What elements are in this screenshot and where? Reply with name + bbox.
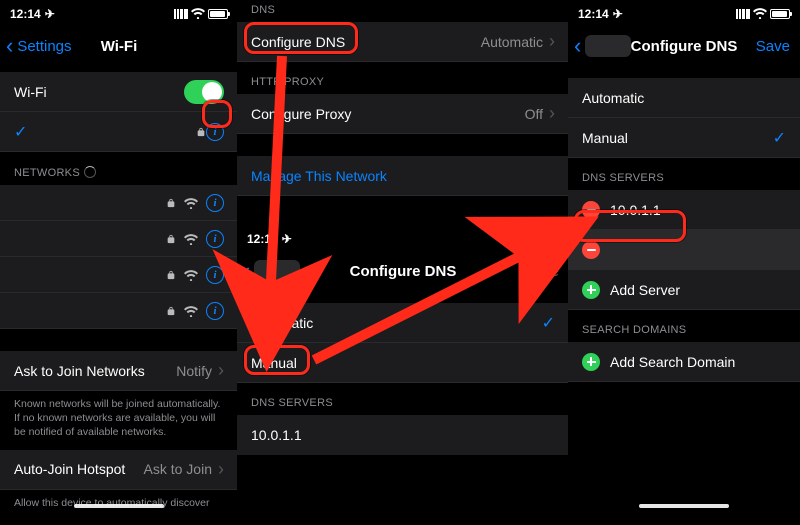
location-icon: ✈︎	[45, 7, 55, 21]
lock-icon	[166, 234, 176, 244]
servers-header: DNS SERVERS	[237, 383, 569, 415]
screen-configure-dns-manual: 12:14 ✈︎ Configure DNS Save Automatic Man…	[568, 0, 800, 512]
battery-icon	[770, 9, 790, 19]
home-indicator	[74, 504, 164, 508]
chevron-right-icon: ›	[218, 459, 224, 480]
add-domain-row[interactable]: Add Search Domain	[568, 342, 800, 382]
add-icon	[582, 281, 600, 299]
home-indicator	[639, 504, 729, 508]
wifi-icon	[184, 233, 198, 245]
server-row[interactable]: 10.0.1.1	[568, 190, 800, 230]
configure-dns-row[interactable]: Configure DNS Automatic ›	[237, 22, 569, 62]
manage-network-link[interactable]: Manage This Network	[237, 156, 569, 196]
nav-bar: Configure DNS Save	[568, 28, 800, 64]
nav-bar: Settings Wi-Fi	[0, 28, 238, 64]
connected-network-row[interactable]: ✓ i	[0, 112, 238, 152]
chevron-right-icon: ›	[549, 103, 555, 124]
status-bar: 12:14 ✈︎	[0, 0, 238, 28]
info-icon[interactable]: i	[206, 194, 224, 212]
lock-icon	[166, 198, 176, 208]
page-title: Configure DNS	[631, 38, 738, 55]
info-icon[interactable]: i	[206, 266, 224, 284]
clock: 12:14	[578, 7, 609, 21]
back-button[interactable]	[574, 35, 631, 57]
ask-footer: Known networks will be joined automatica…	[0, 391, 238, 450]
networks-header: NETWORKS	[0, 152, 238, 185]
battery-icon	[539, 234, 559, 244]
clock: 12:14	[247, 232, 278, 246]
battery-icon	[208, 9, 228, 19]
network-row[interactable]: i	[0, 257, 238, 293]
wifi-icon	[184, 269, 198, 281]
check-icon: ✓	[773, 128, 786, 148]
manual-row[interactable]: Manual ✓	[568, 118, 800, 158]
lock-icon	[196, 127, 206, 137]
remove-icon[interactable]	[582, 201, 600, 219]
proxy-header: HTTP PROXY	[237, 62, 569, 94]
page-title: Wi-Fi	[101, 38, 138, 55]
domains-header: SEARCH DOMAINS	[568, 310, 800, 342]
auto-footer: Allow this device to automatically disco…	[0, 490, 238, 512]
status-bar: 12:14 ✈︎	[568, 0, 800, 28]
check-icon: ✓	[542, 313, 555, 333]
server-row-empty[interactable]	[568, 230, 800, 270]
dns-header: DNS	[237, 0, 569, 22]
ask-to-join-row[interactable]: Ask to Join Networks Notify ›	[0, 351, 238, 391]
clock: 12:14	[10, 7, 41, 21]
screen-configure-dns-auto: 12:14 ✈︎ Configure DNS Save Automatic ✓ M…	[237, 225, 569, 525]
cell-signal-icon	[736, 9, 750, 19]
save-button[interactable]: Save	[756, 38, 790, 55]
lock-icon	[166, 306, 176, 316]
lock-icon	[166, 270, 176, 280]
automatic-row[interactable]: Automatic ✓	[237, 303, 569, 343]
manual-row[interactable]: Manual	[237, 343, 569, 383]
wifi-status-icon	[522, 232, 536, 247]
info-icon[interactable]: i	[206, 302, 224, 320]
automatic-row[interactable]: Automatic	[568, 78, 800, 118]
back-button[interactable]	[243, 260, 300, 282]
wifi-status-icon	[753, 7, 767, 22]
wifi-icon	[184, 197, 198, 209]
save-button[interactable]: Save	[525, 263, 559, 280]
wifi-toggle[interactable]	[184, 80, 224, 104]
wifi-status-icon	[191, 7, 205, 22]
add-server-row[interactable]: Add Server	[568, 270, 800, 310]
spinner-icon	[84, 166, 96, 178]
servers-header: DNS SERVERS	[568, 158, 800, 190]
nav-bar: Configure DNS Save	[237, 253, 569, 289]
chevron-right-icon: ›	[549, 31, 555, 52]
cell-signal-icon	[505, 234, 519, 244]
screen-wifi-settings: 12:14 ✈︎ Settings Wi-Fi Wi-Fi ✓ i NETWORK…	[0, 0, 238, 512]
back-button[interactable]: Settings	[6, 38, 72, 55]
network-row[interactable]: i	[0, 185, 238, 221]
network-row[interactable]: i	[0, 221, 238, 257]
info-icon[interactable]: i	[206, 230, 224, 248]
auto-join-hotspot-row[interactable]: Auto-Join Hotspot Ask to Join ›	[0, 450, 238, 490]
page-title: Configure DNS	[350, 263, 457, 280]
chevron-right-icon: ›	[218, 360, 224, 381]
location-icon: ✈︎	[282, 232, 292, 246]
cell-signal-icon	[174, 9, 188, 19]
network-row[interactable]: i	[0, 293, 238, 329]
wifi-icon	[184, 305, 198, 317]
server-row: 10.0.1.1	[237, 415, 569, 455]
remove-icon[interactable]	[582, 241, 600, 259]
configure-proxy-row[interactable]: Configure Proxy Off ›	[237, 94, 569, 134]
location-icon: ✈︎	[613, 7, 623, 21]
status-bar: 12:14 ✈︎	[237, 225, 569, 253]
check-icon: ✓	[14, 122, 27, 142]
info-icon[interactable]: i	[206, 123, 224, 141]
wifi-toggle-row: Wi-Fi	[0, 72, 238, 112]
add-icon	[582, 353, 600, 371]
